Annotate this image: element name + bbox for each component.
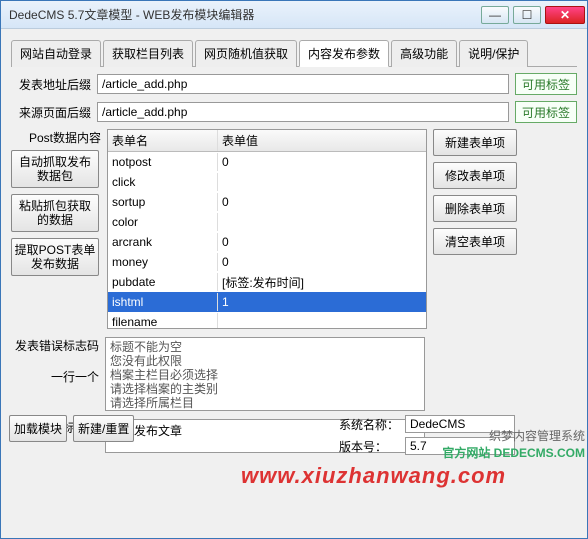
new-reset-button[interactable]: 新建/重置 [73, 415, 134, 442]
post-right-button-0[interactable]: 新建表单项 [433, 129, 517, 156]
cell-name: pubdate [108, 273, 218, 291]
error-label-text: 发表错误标志码 [15, 339, 99, 353]
post-left-button-2[interactable]: 提取POST表单发布数据 [11, 238, 99, 276]
watermark: www.xiuzhanwang.com [241, 463, 506, 489]
cell-value: 0 [218, 193, 426, 211]
tab-4[interactable]: 高级功能 [391, 40, 457, 67]
table-row[interactable]: filename [108, 312, 426, 329]
referer-suffix-input[interactable] [97, 102, 509, 122]
post-left-buttons: 自动抓取发布数据包粘贴抓包获取的数据提取POST表单发布数据 [11, 150, 99, 282]
cell-name: notpost [108, 153, 218, 171]
tab-3[interactable]: 内容发布参数 [299, 40, 389, 67]
cell-value: 0 [218, 253, 426, 271]
client-area: 网站自动登录获取栏目列表网页随机值获取内容发布参数高级功能说明/保护 发表地址后… [1, 29, 587, 463]
cell-name: arcrank [108, 233, 218, 251]
publish-url-suffix-input[interactable] [97, 74, 509, 94]
cell-value: [标签:发布时间] [218, 272, 426, 293]
post-right-button-2[interactable]: 删除表单项 [433, 195, 517, 222]
window: DedeCMS 5.7文章模型 - WEB发布模块编辑器 — ☐ ✕ 网站自动登… [0, 0, 588, 539]
post-right-button-1[interactable]: 修改表单项 [433, 162, 517, 189]
col-form-value: 表单值 [218, 130, 426, 151]
error-sublabel: 一行一个 [51, 370, 99, 384]
cell-name: filename [108, 313, 218, 329]
minimize-icon: — [489, 8, 501, 22]
version-label: 版本号： [339, 438, 399, 455]
load-module-button[interactable]: 加载模块 [9, 415, 67, 442]
referer-suffix-label: 来源页面后缀 [11, 104, 91, 121]
post-table[interactable]: 表单名 表单值 notpost0clicksortup0colorarcrank… [107, 129, 427, 329]
tab-1[interactable]: 获取栏目列表 [103, 40, 193, 67]
cell-value [218, 320, 426, 324]
error-code-label: 发表错误标志码 一行一个 [11, 337, 99, 411]
cell-name: sortup [108, 193, 218, 211]
footer-line2: 官方网站 DEDECMS.COM [442, 446, 585, 460]
table-row[interactable]: ishtml1 [108, 292, 426, 312]
tab-5[interactable]: 说明/保护 [459, 40, 528, 67]
cell-name: click [108, 173, 218, 191]
cell-value: 1 [218, 293, 426, 311]
post-data-label: Post数据内容 [11, 129, 101, 146]
table-row[interactable]: notpost0 [108, 152, 426, 172]
footer-logo: 织梦内容管理系统 官方网站 DEDECMS.COM [442, 427, 585, 461]
cell-value: 0 [218, 233, 426, 251]
table-row[interactable]: pubdate[标签:发布时间] [108, 272, 426, 292]
publish-url-suffix-label: 发表地址后缀 [11, 76, 91, 93]
tab-2[interactable]: 网页随机值获取 [195, 40, 297, 67]
post-table-header: 表单名 表单值 [108, 130, 426, 152]
footer-line1: 织梦内容管理系统 [489, 429, 585, 443]
table-row[interactable]: money0 [108, 252, 426, 272]
table-row[interactable]: click [108, 172, 426, 192]
tab-bar: 网站自动登录获取栏目列表网页随机值获取内容发布参数高级功能说明/保护 [11, 39, 577, 67]
post-right-button-3[interactable]: 清空表单项 [433, 228, 517, 255]
post-left-button-1[interactable]: 粘贴抓包获取的数据 [11, 194, 99, 232]
window-title: DedeCMS 5.7文章模型 - WEB发布模块编辑器 [9, 6, 479, 23]
table-row[interactable]: arcrank0 [108, 232, 426, 252]
error-code-textarea[interactable]: 标题不能为空 您没有此权限 档案主栏目必须选择 请选择档案的主类别 请选择所属栏… [105, 337, 425, 411]
available-tags-button-1[interactable]: 可用标签 [515, 73, 577, 95]
close-icon: ✕ [560, 8, 570, 22]
system-name-label: 系统名称： [339, 416, 399, 433]
table-row[interactable]: sortup0 [108, 192, 426, 212]
window-buttons: — ☐ ✕ [479, 6, 587, 24]
cell-name: money [108, 253, 218, 271]
cell-value: 0 [218, 153, 426, 171]
available-tags-button-2[interactable]: 可用标签 [515, 101, 577, 123]
post-right-buttons: 新建表单项修改表单项删除表单项清空表单项 [433, 129, 517, 329]
cell-name: color [108, 213, 218, 231]
cell-value [218, 180, 426, 184]
maximize-button[interactable]: ☐ [513, 6, 541, 24]
maximize-icon: ☐ [522, 8, 533, 22]
cell-value [218, 220, 426, 224]
close-button[interactable]: ✕ [545, 6, 585, 24]
post-left-button-0[interactable]: 自动抓取发布数据包 [11, 150, 99, 188]
tab-0[interactable]: 网站自动登录 [11, 40, 101, 67]
post-data-block: Post数据内容 自动抓取发布数据包粘贴抓包获取的数据提取POST表单发布数据 … [11, 129, 577, 329]
col-form-name: 表单名 [108, 130, 218, 151]
titlebar: DedeCMS 5.7文章模型 - WEB发布模块编辑器 — ☐ ✕ [1, 1, 587, 29]
minimize-button[interactable]: — [481, 6, 509, 24]
cell-name: ishtml [108, 293, 218, 311]
table-row[interactable]: color [108, 212, 426, 232]
